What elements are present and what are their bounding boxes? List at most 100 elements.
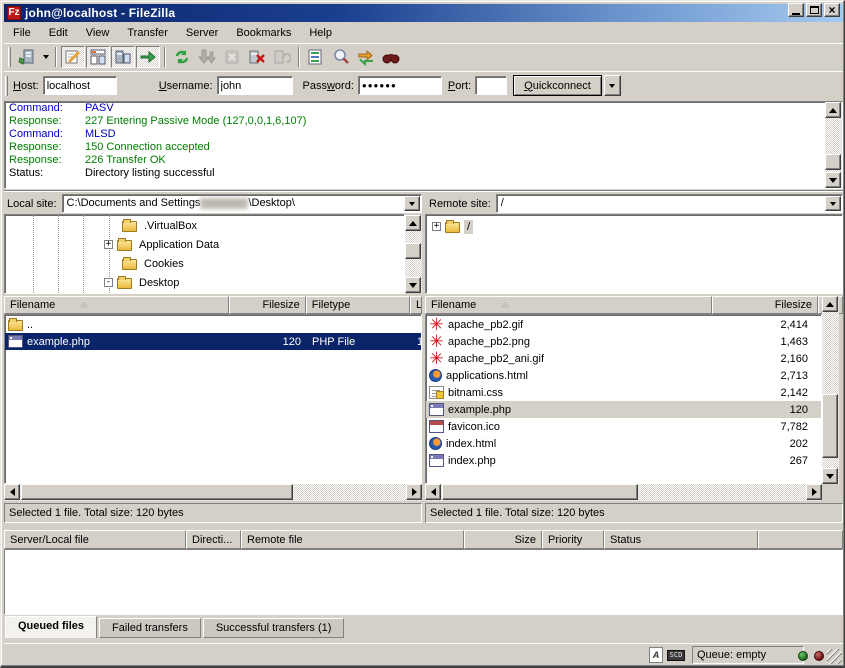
menu-transfer[interactable]: Transfer [118,25,177,41]
column-header-server-local-file[interactable]: Server/Local file [4,530,186,549]
resize-grip[interactable] [827,649,842,664]
list-row[interactable]: index.html 202 [426,435,821,452]
list-row[interactable]: index.php 267 [426,452,821,469]
quickconnect-button[interactable]: Quickconnect [513,75,602,96]
menu-view[interactable]: View [77,25,119,41]
toggle-local-tree-button[interactable] [86,46,110,68]
tree-item-label[interactable]: Application Data [136,238,222,252]
title-bar[interactable]: Fz john@localhost - FileZilla [4,4,843,22]
site-manager-dropdown[interactable] [40,46,51,68]
list-row[interactable]: bitnami.css 2,142 [426,384,821,401]
toggle-queue-button[interactable] [136,46,160,68]
local-list-hscrollbar[interactable] [4,484,422,501]
scroll-down-button[interactable] [405,277,421,293]
directory-filters-button[interactable] [304,46,328,68]
list-row-selected[interactable]: example.php 120 [426,401,821,418]
tree-item-label[interactable]: / [464,220,473,234]
column-header-filesize[interactable]: Filesize [712,296,818,314]
scroll-left-button[interactable] [4,484,20,500]
tree-item-root[interactable]: + / [432,217,473,236]
list-row[interactable]: apache_pb2.png 1,463 [426,333,821,350]
scroll-left-button[interactable] [425,484,441,500]
column-header-lastmodified[interactable]: L [410,296,422,314]
column-header-priority[interactable]: Priority [542,530,604,549]
reconnect-button[interactable] [270,46,294,68]
tree-item-label[interactable]: .VirtualBox [141,219,200,233]
list-row[interactable]: apache_pb2.gif 2,414 [426,316,821,333]
toggle-log-button[interactable] [61,46,85,68]
list-row-parent-dir[interactable]: .. [5,316,421,333]
minimize-button[interactable] [788,3,804,17]
column-header-status[interactable]: Status [604,530,758,549]
quickconnect-grip[interactable] [5,76,8,96]
remote-list-scrollbar[interactable] [822,296,839,484]
directory-comparison-button[interactable] [329,46,353,68]
scroll-up-button[interactable] [405,215,421,231]
scroll-up-button[interactable] [825,102,841,118]
remote-list-hscrollbar[interactable] [425,484,822,501]
quickconnect-dropdown[interactable] [604,75,621,96]
menu-server[interactable]: Server [177,25,227,41]
scrollbar-thumb[interactable] [442,484,638,500]
site-manager-button[interactable] [15,46,39,68]
column-header-direction[interactable]: Directi... [186,530,241,549]
host-input[interactable] [43,76,117,95]
process-queue-button[interactable] [195,46,219,68]
log-scrollbar[interactable] [825,102,842,188]
toolbar-grip[interactable] [8,47,11,67]
scroll-right-button[interactable] [806,484,822,500]
filezilla-app-icon[interactable]: Fz [7,6,21,20]
column-header-filename[interactable]: Filename [425,296,712,314]
local-tree-scrollbar[interactable] [405,215,422,293]
cancel-button[interactable] [220,46,244,68]
username-input[interactable] [217,76,293,95]
tab-queued-files[interactable]: Queued files [5,616,97,638]
tab-failed-transfers[interactable]: Failed transfers [99,618,201,638]
list-row[interactable]: applications.html 2,713 [426,367,821,384]
tree-item-cookies[interactable]: Cookies [122,254,187,273]
column-header-filetype[interactable]: Filetype [306,296,410,314]
scroll-up-button[interactable] [822,296,838,312]
menu-edit[interactable]: Edit [40,25,77,41]
refresh-button[interactable] [170,46,194,68]
password-input[interactable] [358,76,442,95]
expand-plus-box[interactable]: + [432,222,441,231]
scrollbar-thumb[interactable] [405,243,421,259]
find-files-button[interactable] [379,46,403,68]
menu-file[interactable]: File [4,25,40,41]
local-site-combo[interactable]: C:\Documents and Settings\Desktop\ [62,194,422,213]
list-row-example-php[interactable]: example.php 120 PHP File 1 [5,333,421,350]
scroll-down-button[interactable] [822,468,838,484]
remote-site-combo[interactable]: / [496,194,843,213]
list-row[interactable]: apache_pb2_ani.gif 2,160 [426,350,821,367]
tree-item-desktop[interactable]: - Desktop [104,273,182,292]
column-header-remote-file[interactable]: Remote file [241,530,464,549]
local-file-list[interactable]: .. example.php 120 PHP File 1 [4,314,422,484]
scroll-down-button[interactable] [825,172,841,188]
menu-bookmarks[interactable]: Bookmarks [227,25,300,41]
local-site-dropdown[interactable] [404,196,420,211]
close-button[interactable]: × [824,3,840,17]
remote-file-list[interactable]: apache_pb2.gif 2,414 apache_pb2.png 1,46… [425,314,822,484]
port-input[interactable] [475,76,507,95]
toggle-remote-tree-button[interactable] [111,46,135,68]
column-header-size[interactable]: Size [464,530,542,549]
tree-item-application-data[interactable]: + Application Data [104,235,222,254]
local-directory-tree[interactable]: .VirtualBox + Application Data Cookies -… [4,214,405,294]
list-row[interactable]: favicon.ico 7,782 [426,418,821,435]
message-log[interactable]: Command:PASV Response:227 Entering Passi… [4,101,843,189]
column-header-filesize[interactable]: Filesize [229,296,305,314]
scrollbar-thumb[interactable] [822,394,838,458]
scrollbar-thumb[interactable] [825,154,841,170]
data-type-indicator-icon[interactable]: A [649,647,663,663]
menu-help[interactable]: Help [300,25,341,41]
expand-minus-box[interactable]: - [104,278,113,287]
tab-successful-transfers[interactable]: Successful transfers (1) [203,618,345,638]
speed-limit-icon[interactable]: SCD [667,650,685,661]
tree-item-label[interactable]: Desktop [136,276,182,290]
maximize-button[interactable] [806,3,822,17]
disconnect-button[interactable] [245,46,269,68]
tree-item-virtualbox[interactable]: .VirtualBox [122,216,200,235]
remote-site-dropdown[interactable] [825,196,841,211]
column-header-filename[interactable]: Filename [4,296,229,314]
